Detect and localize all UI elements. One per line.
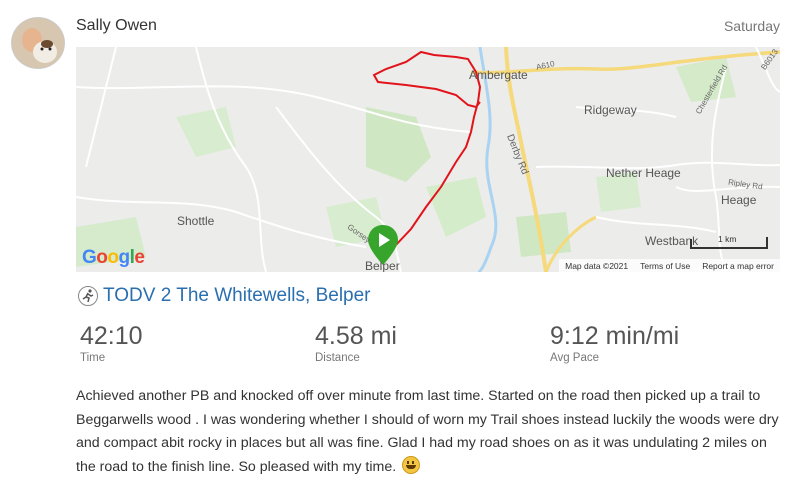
stat-time: 42:10 Time [80,322,143,364]
map-place-shottle: Shottle [177,214,215,228]
map-place-belper: Belper [365,259,400,272]
user-avatar[interactable] [12,18,64,68]
activity-description: Achieved another PB and knocked off over… [76,385,784,479]
map-scale: 1 km [690,234,770,249]
route-map[interactable]: Ambergate Ridgeway Nether Heage Heage Sh… [76,47,780,272]
map-terms-link[interactable]: Terms of Use [640,261,690,271]
running-icon [78,286,98,306]
user-name[interactable]: Sally Owen [76,17,157,35]
map-footer: Map data ©2021 Terms of Use Report a map… [559,259,780,272]
activity-date: Saturday [723,18,780,34]
map-place-ridgeway: Ridgeway [584,103,637,117]
grinning-face-emoji-icon [402,455,421,474]
stat-time-label: Time [80,352,106,364]
stat-distance-label: Distance [315,352,360,364]
activity-title-row: TODV 2 The Whitewells, Belper [78,285,371,307]
map-place-nether-heage: Nether Heage [606,166,681,180]
map-report-link[interactable]: Report a map error [702,261,774,271]
stat-distance-value: 4.58 mi [315,322,397,350]
stat-pace: 9:12 min/mi Avg Pace [550,322,679,364]
google-logo: Google [82,247,145,268]
stat-distance: 4.58 mi Distance [315,322,397,364]
map-scale-label: 1 km [718,234,737,244]
stat-time-value: 42:10 [80,322,143,350]
map-data-credit: Map data ©2021 [565,260,629,271]
activity-description-text: Achieved another PB and knocked off over… [76,388,779,475]
stat-pace-label: Avg Pace [550,352,600,364]
stat-pace-value: 9:12 min/mi [550,322,680,350]
map-place-ambergate: Ambergate [469,68,528,82]
map-place-heage: Heage [721,193,757,207]
user-avatar-photo [12,18,64,68]
activity-title-link[interactable]: TODV 2 The Whitewells, Belper [103,285,371,307]
